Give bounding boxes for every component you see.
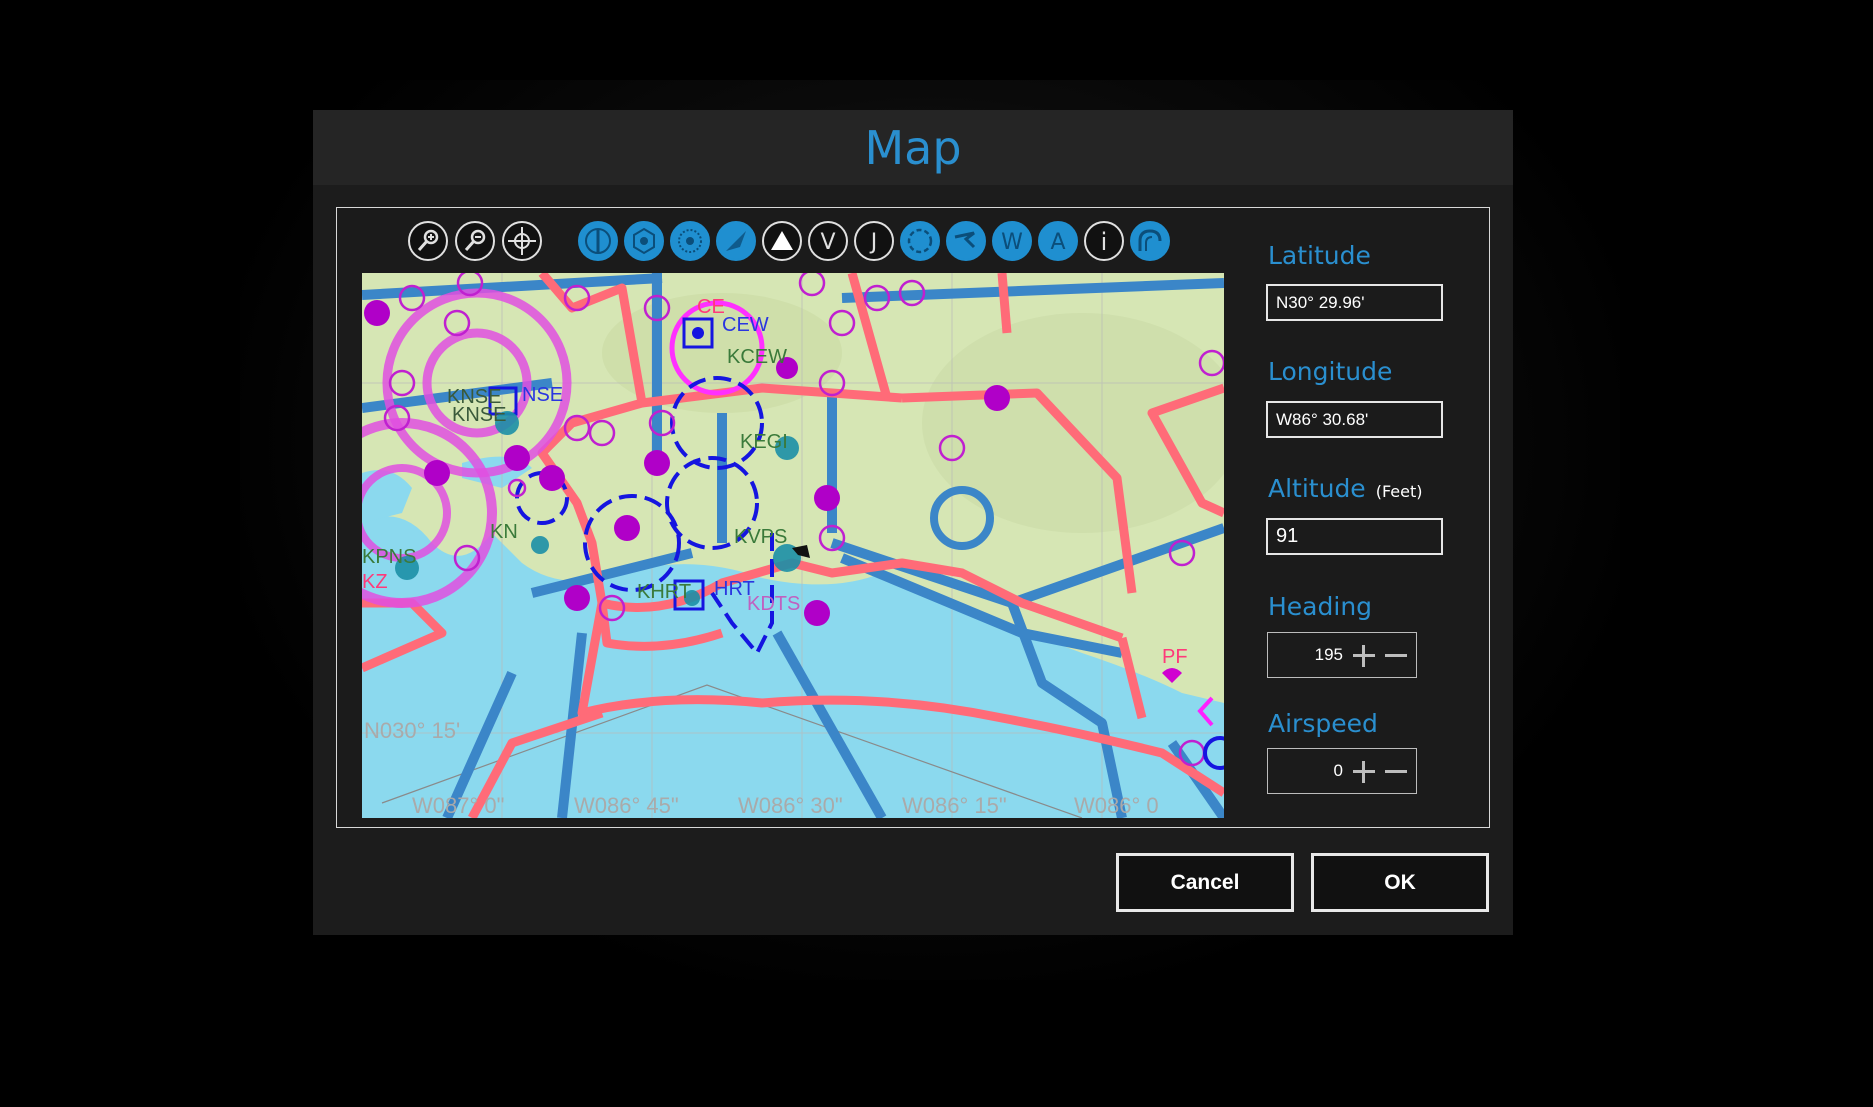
latitude-field[interactable]: N30° 29.96' — [1266, 284, 1443, 321]
layer-class-c-icon — [907, 228, 933, 254]
label-cew: CEW — [722, 314, 769, 336]
layer-victor-icon: V — [820, 230, 835, 255]
layer-route-icon — [726, 231, 746, 251]
layer-warning-button[interactable]: W — [992, 221, 1032, 261]
airspeed-stepper[interactable]: 0 — [1267, 748, 1417, 794]
ok-button[interactable]: OK — [1311, 853, 1489, 912]
center-icon — [508, 227, 536, 255]
label-kn: KN — [490, 521, 518, 543]
dialog-title-bar: Map — [313, 110, 1513, 185]
svg-text:A: A — [1050, 230, 1065, 255]
svg-text:i: i — [1101, 228, 1108, 256]
zoom-in-button[interactable] — [408, 221, 448, 261]
heading-label: Heading — [1268, 592, 1373, 621]
airspeed-label: Airspeed — [1268, 709, 1378, 738]
layer-alert-icon: A — [1050, 230, 1065, 255]
zoom-out-button[interactable] — [455, 221, 495, 261]
layer-split-button[interactable] — [578, 221, 618, 261]
zoom-out-icon — [464, 229, 486, 251]
heading-value: 195 — [1314, 645, 1343, 664]
layer-split-icon — [585, 228, 611, 254]
svg-text:V: V — [820, 230, 835, 255]
layer-restricted-button[interactable] — [946, 221, 986, 261]
center-button[interactable] — [502, 221, 542, 261]
layer-hexagon-icon — [633, 227, 655, 255]
svg-text:J: J — [869, 230, 878, 255]
heading-increase-button[interactable] — [1352, 644, 1376, 668]
layer-ndb-icon — [678, 229, 702, 253]
layer-jet-icon: J — [869, 230, 878, 255]
airspeed-increase-button[interactable] — [1352, 760, 1376, 784]
label-cew-small: CE — [697, 296, 725, 318]
heading-stepper[interactable]: 195 — [1267, 632, 1417, 678]
label-kz: KZ — [362, 571, 388, 593]
dialog-title: Map — [864, 120, 962, 175]
zoom-in-icon — [417, 229, 439, 251]
altitude-label-row: Altitude (Feet) — [1268, 474, 1422, 503]
sectional-map[interactable]: CE CEW KCEW KNSE KNSE NSE KEGI KVPS KN K… — [362, 273, 1224, 818]
longitude-field[interactable]: W86° 30.68' — [1266, 401, 1443, 438]
layer-triangle-icon — [771, 231, 793, 250]
layer-route-button[interactable] — [716, 221, 756, 261]
label-lon-8645: W086° 45" — [574, 793, 679, 818]
label-knse-b: KNSE — [452, 404, 506, 426]
airspeed-decrease-button[interactable] — [1384, 760, 1408, 784]
layer-hexagon-button[interactable] — [624, 221, 664, 261]
label-kcew: KCEW — [727, 346, 787, 368]
cancel-button[interactable]: Cancel — [1116, 853, 1294, 912]
label-pf: PF — [1162, 646, 1188, 668]
label-khrt: KHRT — [637, 581, 691, 603]
layer-info-icon: i — [1101, 228, 1108, 256]
layer-ndb-button[interactable] — [670, 221, 710, 261]
layer-class-c-button[interactable] — [900, 221, 940, 261]
map-toolbar: V J W A i — [408, 221, 1183, 265]
layer-victor-button[interactable]: V — [808, 221, 848, 261]
label-lon-8630: W086° 30" — [738, 793, 843, 818]
label-lon-86: W086° 0 — [1074, 793, 1159, 818]
label-lon-8615: W086° 15" — [902, 793, 1007, 818]
label-kegi: KEGI — [740, 431, 788, 453]
airspeed-value: 0 — [1333, 761, 1343, 780]
layer-terrain-icon — [1138, 229, 1162, 251]
altitude-label: Altitude — [1268, 474, 1366, 503]
layer-terrain-button[interactable] — [1130, 221, 1170, 261]
altitude-field[interactable]: 91 — [1266, 518, 1443, 555]
label-kpns: KPNS — [362, 546, 416, 568]
layer-alert-button[interactable]: A — [1038, 221, 1078, 261]
label-lon-87: W087° 0" — [412, 793, 504, 818]
layer-warning-icon: W — [1001, 230, 1023, 255]
longitude-label: Longitude — [1268, 357, 1393, 386]
label-lat-line: N030° 15' — [364, 718, 460, 743]
layer-info-button[interactable]: i — [1084, 221, 1124, 261]
latitude-label: Latitude — [1268, 241, 1371, 270]
layer-jet-button[interactable]: J — [854, 221, 894, 261]
label-kdts: KDTS — [747, 593, 800, 615]
layer-restricted-icon — [954, 231, 976, 249]
heading-decrease-button[interactable] — [1384, 644, 1408, 668]
svg-text:W: W — [1001, 230, 1023, 255]
altitude-unit: (Feet) — [1375, 482, 1423, 501]
label-kvps: KVPS — [734, 526, 787, 548]
layer-triangle-button[interactable] — [762, 221, 802, 261]
label-nse: NSE — [522, 384, 563, 406]
map-canvas: CE CEW KCEW KNSE KNSE NSE KEGI KVPS KN K… — [362, 273, 1224, 818]
